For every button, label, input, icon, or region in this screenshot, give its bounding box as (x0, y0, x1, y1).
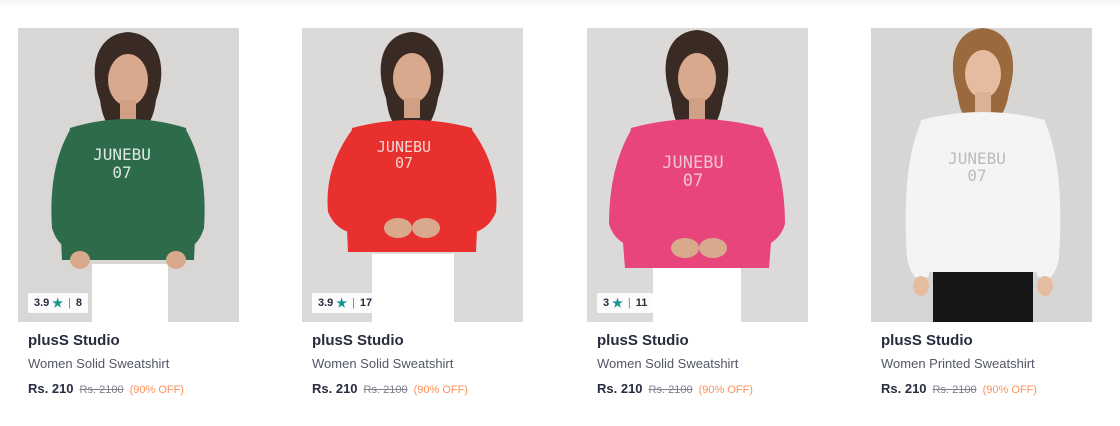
product-title: Women Solid Sweatshirt (312, 356, 454, 371)
product-price: Rs. 210 Rs. 2100 (90% OFF) (312, 381, 513, 398)
product-price: Rs. 210 Rs. 2100 (90% OFF) (28, 381, 229, 398)
product-brand: plusS Studio (312, 332, 404, 349)
original-price: Rs. 2100 (79, 384, 124, 396)
discount-percent: (90% OFF) (698, 384, 753, 396)
product-info[interactable]: plusS Studio Women Printed Sweatshirt Rs… (871, 322, 1092, 398)
rating-badge: 3.9 ★ | 8 (28, 293, 89, 313)
product-image[interactable]: JUNEBU 07 3.9 ★ | 8 (18, 28, 239, 322)
jeans (653, 262, 741, 322)
star-icon: ★ (336, 296, 348, 310)
product-image[interactable]: JUNEBU 07 3 ★ | 11 (587, 28, 808, 322)
print-line2: 07 (395, 154, 413, 172)
print-line1: JUNEBU (662, 153, 723, 173)
rating-value: 3.9 (34, 297, 50, 309)
rating-value: 3.9 (318, 297, 334, 309)
original-price: Rs. 2100 (363, 384, 408, 396)
discounted-price: Rs. 210 (28, 381, 74, 396)
print-line2: 07 (683, 171, 703, 191)
print-line1: JUNEBU (93, 145, 151, 164)
product-image[interactable]: JUNEBU 07 3.9 ★ | 17 (302, 28, 523, 322)
discounted-price: Rs. 210 (597, 381, 643, 396)
jeans (933, 264, 1033, 322)
product-title: Women Solid Sweatshirt (28, 356, 170, 371)
model-illustration: JUNEBU 07 (905, 28, 1061, 322)
product-card[interactable]: JUNEBU 07 plusS Studio Women Printed Swe… (871, 28, 1092, 408)
rating-value: 3 (603, 297, 610, 309)
product-title: Women Printed Sweatshirt (881, 356, 1035, 371)
jeans (92, 264, 168, 322)
jeans (372, 254, 454, 322)
product-price: Rs. 210 Rs. 2100 (90% OFF) (597, 381, 798, 398)
original-price: Rs. 2100 (932, 384, 977, 396)
model-illustration: JUNEBU 07 (327, 32, 497, 322)
product-info[interactable]: plusS Studio Women Solid Sweatshirt Rs. … (18, 322, 239, 398)
original-price: Rs. 2100 (648, 384, 693, 396)
model-illustration: JUNEBU 07 (51, 32, 205, 322)
rating-badge: 3 ★ | 11 (597, 293, 654, 313)
print-line2: 07 (967, 166, 986, 185)
discount-percent: (90% OFF) (413, 384, 468, 396)
product-info[interactable]: plusS Studio Women Solid Sweatshirt Rs. … (587, 322, 808, 398)
star-icon: ★ (52, 296, 64, 310)
rating-separator: | (627, 297, 631, 309)
product-card[interactable]: JUNEBU 07 3.9 ★ | 17 plusS Studio Women … (302, 28, 523, 408)
product-image[interactable]: JUNEBU 07 (871, 28, 1092, 322)
product-card[interactable]: JUNEBU 07 3.9 ★ | 8 plusS Studio Women S… (18, 28, 239, 408)
rating-separator: | (352, 297, 355, 309)
star-icon: ★ (612, 296, 623, 310)
product-card[interactable]: JUNEBU 07 3 ★ | 11 plusS Studio Women So… (587, 28, 808, 408)
product-brand: plusS Studio (881, 332, 973, 349)
model-illustration: JUNEBU 07 (609, 30, 785, 322)
rating-count: 8 (75, 297, 83, 309)
rating-badge: 3.9 ★ | 17 (312, 293, 379, 313)
product-brand: plusS Studio (28, 332, 120, 349)
product-brand: plusS Studio (597, 332, 689, 349)
discount-percent: (90% OFF) (129, 384, 184, 396)
rating-count: 17 (359, 297, 373, 309)
top-divider (0, 0, 1120, 6)
product-info[interactable]: plusS Studio Women Solid Sweatshirt Rs. … (302, 322, 523, 398)
rating-count: 11 (635, 297, 648, 309)
print-line2: 07 (112, 163, 131, 182)
discounted-price: Rs. 210 (881, 381, 927, 396)
discounted-price: Rs. 210 (312, 381, 358, 396)
discount-percent: (90% OFF) (982, 384, 1037, 396)
rating-separator: | (68, 297, 71, 309)
product-title: Women Solid Sweatshirt (597, 356, 739, 371)
product-price: Rs. 210 Rs. 2100 (90% OFF) (881, 381, 1082, 398)
